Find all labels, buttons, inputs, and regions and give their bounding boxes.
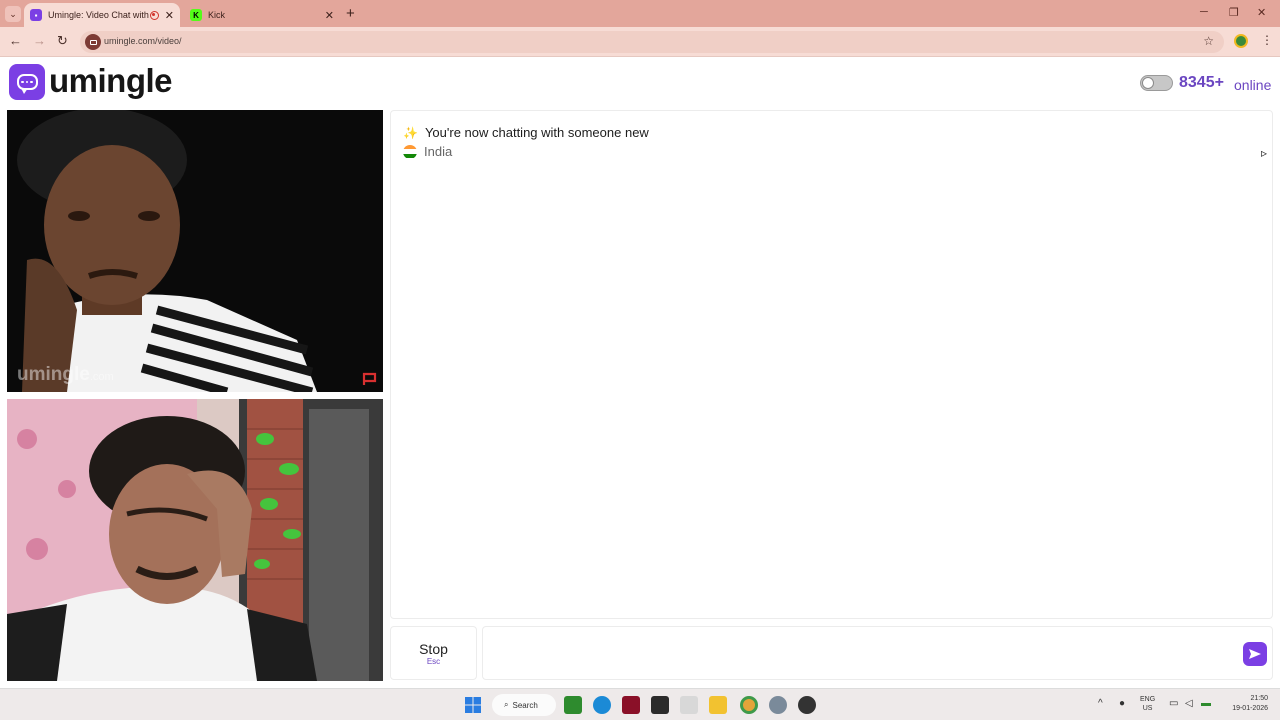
edge-icon[interactable]	[593, 696, 611, 714]
language-indicator[interactable]: ENG US	[1140, 695, 1155, 713]
minimize-icon[interactable]: ─	[1200, 6, 1208, 18]
stranger-video: umingle.com	[7, 110, 383, 392]
tab-kick[interactable]: K Kick ✕	[184, 3, 340, 27]
url-text: umingle.com/video/	[104, 36, 182, 46]
file-explorer-icon[interactable]	[709, 696, 727, 714]
stranger-video-frame	[7, 110, 383, 392]
browser-toolbar: ← → ↻ umingle.com/video/ ☆	[0, 27, 1280, 57]
taskbar-search-label: Search	[512, 700, 538, 710]
close-tab-icon[interactable]: ✕	[165, 9, 174, 22]
stop-label: Stop	[419, 641, 448, 657]
stop-button[interactable]: Stop Esc	[390, 626, 477, 680]
self-video-frame	[7, 399, 383, 681]
tab-title: Umingle: Video Chat with S	[48, 10, 150, 20]
send-icon	[1249, 649, 1261, 659]
volume-icon[interactable]: ◁	[1185, 698, 1193, 709]
tab-search-icon[interactable]: ⌄	[5, 6, 21, 22]
browser-tab-strip: ⌄ ▪ Umingle: Video Chat with S ✕ K Kick …	[0, 0, 1280, 27]
star-icon[interactable]: ☆	[1203, 34, 1214, 48]
chat-bubble-icon	[16, 74, 38, 94]
windows-start-icon[interactable]	[464, 696, 482, 714]
system-message: ✨ You're now chatting with someone new	[403, 125, 649, 140]
xbox-icon[interactable]	[564, 696, 582, 714]
toggle-knob	[1142, 77, 1154, 89]
site-info-icon[interactable]	[85, 34, 101, 50]
brand-name[interactable]: umingle	[49, 62, 173, 100]
notepad-icon[interactable]	[680, 696, 698, 714]
self-video	[7, 399, 383, 681]
chat-log: ✨ You're now chatting with someone new I…	[390, 110, 1273, 619]
lang-region: US	[1142, 705, 1153, 712]
taskbar-search[interactable]: ⌕ Search	[492, 694, 556, 716]
search-icon: ⌕	[504, 700, 509, 709]
profile-avatar[interactable]	[1234, 34, 1248, 48]
mouse-pointer-icon: ▹	[1261, 146, 1268, 160]
taskbar: ⌕ Search ^ ● ENG US ▭ ◁ ▬ 21:50 19-01-20…	[0, 688, 1280, 720]
clock-date: 19-01-2026	[1232, 705, 1268, 712]
tab-umingle[interactable]: ▪ Umingle: Video Chat with S ✕	[24, 3, 180, 27]
online-count: 8345+	[1179, 74, 1224, 91]
display-icon[interactable]: ▭	[1169, 698, 1178, 709]
recording-icon	[149, 10, 159, 20]
system-message-text: You're now chatting with someone new	[424, 125, 649, 140]
obs-icon[interactable]	[798, 696, 816, 714]
logo[interactable]	[9, 64, 45, 100]
address-bar[interactable]: umingle.com/video/ ☆	[80, 31, 1224, 53]
india-flag-icon	[403, 144, 417, 159]
close-tab-icon[interactable]: ✕	[325, 9, 334, 22]
epic-games-icon[interactable]	[651, 696, 669, 714]
tab-title: Kick	[208, 10, 226, 20]
back-icon[interactable]: ←	[9, 33, 22, 48]
send-button[interactable]	[1243, 642, 1267, 666]
app-icon[interactable]	[622, 696, 640, 714]
menu-icon[interactable]: ⋮	[1261, 33, 1273, 47]
system-clock[interactable]: 21:50 19-01-2026	[1222, 694, 1268, 714]
forward-icon[interactable]: →	[33, 33, 46, 48]
window-close-icon[interactable]: ✕	[1257, 6, 1266, 19]
umingle-watermark: umingle.com	[17, 364, 114, 385]
umingle-favicon-icon: ▪	[30, 9, 42, 21]
online-label: online	[1234, 77, 1272, 93]
theme-toggle[interactable]	[1140, 75, 1173, 91]
country-text: India	[424, 144, 453, 159]
stranger-country: India	[403, 144, 452, 159]
new-tab-plus-icon[interactable]: +	[346, 5, 355, 22]
battery-icon[interactable]: ▬	[1201, 698, 1211, 709]
lang-code: ENG	[1140, 696, 1156, 703]
clock-time: 21:50	[1250, 695, 1268, 702]
settings-icon[interactable]	[769, 696, 787, 714]
sparkle-icon: ✨	[403, 125, 418, 140]
tray-chevron-icon[interactable]: ^	[1098, 698, 1103, 709]
restore-icon[interactable]: ❐	[1229, 6, 1239, 19]
stop-shortcut: Esc	[426, 657, 441, 666]
microphone-icon[interactable]: ●	[1119, 698, 1125, 709]
message-composer	[482, 626, 1273, 680]
report-flag-icon[interactable]	[361, 372, 379, 386]
chrome-icon[interactable]	[740, 696, 758, 714]
message-input[interactable]	[483, 627, 1223, 679]
kick-favicon-icon: K	[190, 9, 202, 21]
reload-icon[interactable]: ↻	[57, 33, 68, 49]
